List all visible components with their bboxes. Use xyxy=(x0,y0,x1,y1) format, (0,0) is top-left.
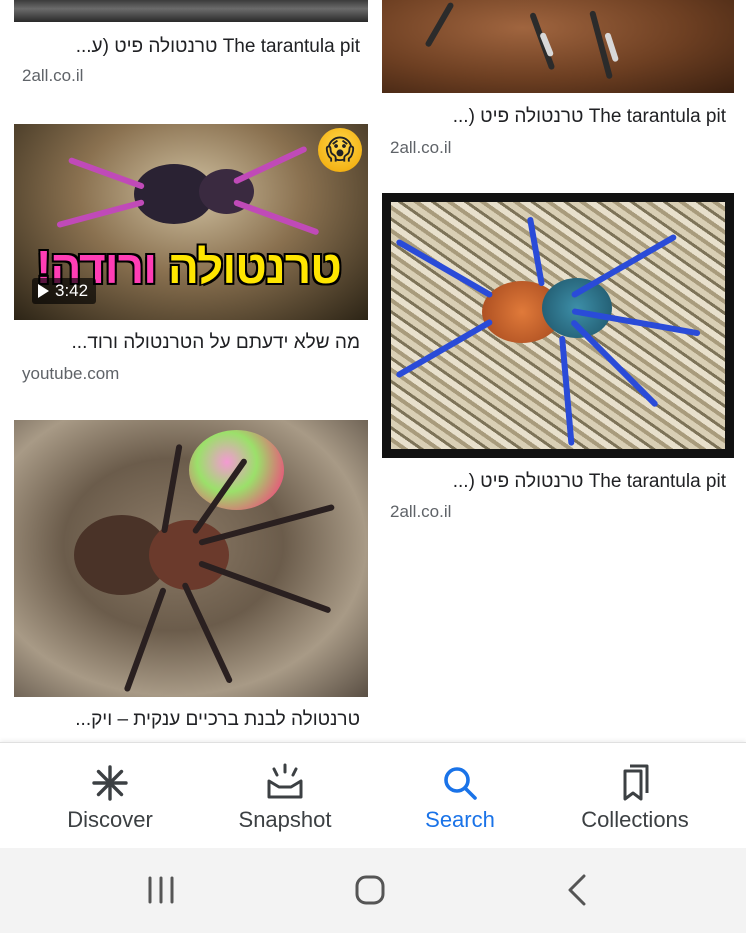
system-navigation-bar xyxy=(0,848,746,933)
nav-label-collections: Collections xyxy=(581,807,689,832)
result-card-3[interactable]: 😱 טרנטולה ורודה! 3:42 מה שלא ידעתם על הט… xyxy=(14,124,368,394)
result-thumbnail[interactable] xyxy=(14,0,368,22)
nav-label-snapshot: Snapshot xyxy=(238,807,332,832)
video-duration-badge: 3:42 xyxy=(32,278,97,304)
video-duration: 3:42 xyxy=(55,281,89,300)
result-card-1[interactable]: The tarantula pit טרנטולה פיט (ע... 2all… xyxy=(14,0,368,100)
back-icon[interactable] xyxy=(558,870,598,910)
home-icon[interactable] xyxy=(350,870,390,910)
recents-icon[interactable] xyxy=(141,870,181,910)
nav-collections[interactable]: Collections xyxy=(542,743,728,849)
search-icon xyxy=(444,767,477,800)
result-thumbnail[interactable] xyxy=(382,193,734,458)
result-card-4[interactable]: The tarantula pit טרנטולה פיט (... 2all.… xyxy=(382,193,734,528)
result-title[interactable]: The tarantula pit טרנטולה פיט (... xyxy=(388,106,726,128)
result-thumbnail[interactable] xyxy=(14,420,368,697)
result-source: 2all.co.il xyxy=(22,66,84,85)
result-thumbnail[interactable] xyxy=(382,0,734,93)
video-thumbnail[interactable]: 😱 טרנטולה ורודה! 3:42 xyxy=(14,124,368,320)
nav-discover[interactable]: Discover xyxy=(17,743,203,849)
collections-bookmark-icon xyxy=(623,764,649,801)
nav-label-search: Search xyxy=(425,807,495,832)
result-source: youtube.com xyxy=(22,364,120,383)
result-title[interactable]: The tarantula pit טרנטולה פיט (ע... xyxy=(22,36,360,58)
result-card-2[interactable]: The tarantula pit טרנטולה פיט (... 2all.… xyxy=(382,0,734,170)
image-results-grid: The tarantula pit טרנטולה פיט (ע... 2all… xyxy=(0,0,746,742)
nav-search[interactable]: Search xyxy=(367,743,553,849)
overlay-text-yellow: טרנטולה xyxy=(167,241,342,293)
bottom-navigation-bar: Discover Snapshot Search Collections xyxy=(0,742,746,849)
play-icon xyxy=(38,284,49,298)
result-source: 2all.co.il xyxy=(390,502,452,521)
result-title[interactable]: מה שלא ידעתם על הטרנטולה ורוד... xyxy=(22,332,360,354)
result-source: 2all.co.il xyxy=(390,138,452,157)
result-card-5[interactable]: טרנטולה לבנת ברכיים ענקית – ויק... xyxy=(14,420,368,742)
result-title[interactable]: The tarantula pit טרנטולה פיט (... xyxy=(388,471,726,493)
nav-snapshot[interactable]: Snapshot xyxy=(192,743,378,849)
result-title[interactable]: טרנטולה לבנת ברכיים ענקית – ויק... xyxy=(22,709,360,731)
nav-label-discover: Discover xyxy=(67,807,153,832)
discover-asterisk-icon xyxy=(92,765,128,801)
shocked-emoji-icon: 😱 xyxy=(318,128,362,172)
snapshot-icon xyxy=(267,763,303,799)
